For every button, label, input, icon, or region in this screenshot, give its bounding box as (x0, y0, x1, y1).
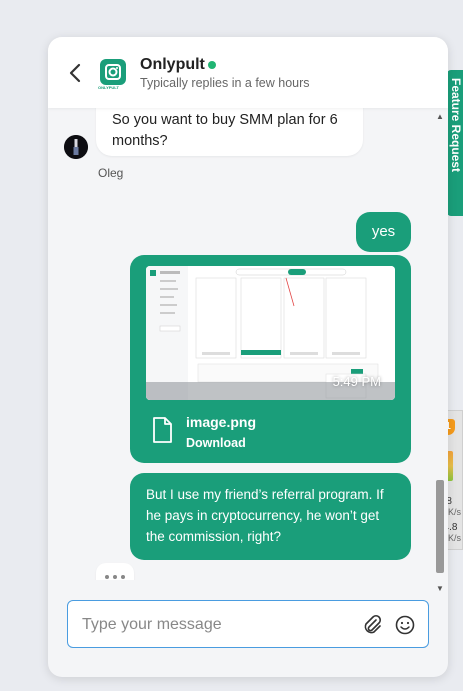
chevron-left-icon[interactable] (66, 61, 86, 85)
paperclip-icon[interactable] (361, 614, 383, 636)
download-link[interactable]: Download (186, 433, 246, 454)
logo-caption: ONLYPULT (98, 85, 119, 90)
image-preview[interactable]: 5:49 PM (146, 266, 395, 400)
online-status-dot (208, 61, 216, 69)
chat-subtitle: Typically replies in a few hours (140, 76, 310, 90)
chat-window: ONLYPULT Onlypult Typically replies in a… (48, 37, 448, 677)
message-composer (67, 600, 429, 648)
feature-request-label: Feature Request (449, 78, 463, 173)
avatar (64, 135, 88, 159)
outgoing-attachment: 5:49 PM image.png Download (130, 255, 411, 463)
scrollbar-thumb[interactable] (436, 480, 444, 573)
smiley-icon[interactable] (394, 614, 416, 636)
upload-unit: K/s (448, 507, 462, 517)
sender-name: Oleg (98, 166, 124, 180)
feature-request-tab[interactable]: Feature Request (447, 70, 463, 216)
outgoing-message: But I use my friend’s referral program. … (130, 473, 411, 560)
outgoing-message-yes: yes (356, 212, 411, 252)
message-scrollbar[interactable]: ▲ ▼ (435, 108, 445, 593)
chat-header: ONLYPULT Onlypult Typically replies in a… (48, 37, 448, 108)
download-unit: K/s (448, 533, 462, 543)
message-input[interactable] (80, 601, 354, 648)
attachment-file-name: image.png (186, 414, 257, 430)
camera-icon (100, 59, 126, 85)
image-timestamp: 5:49 PM (332, 374, 381, 389)
chat-title: Onlypult (140, 56, 205, 73)
scroll-up-arrow-icon[interactable]: ▲ (435, 112, 445, 124)
scroll-down-arrow-icon[interactable]: ▼ (435, 584, 445, 596)
document-icon (153, 417, 172, 443)
typing-indicator (96, 563, 134, 580)
message-list[interactable]: So you want to buy SMM plan for 6 months… (48, 108, 446, 580)
incoming-message: So you want to buy SMM plan for 6 months… (96, 108, 363, 156)
